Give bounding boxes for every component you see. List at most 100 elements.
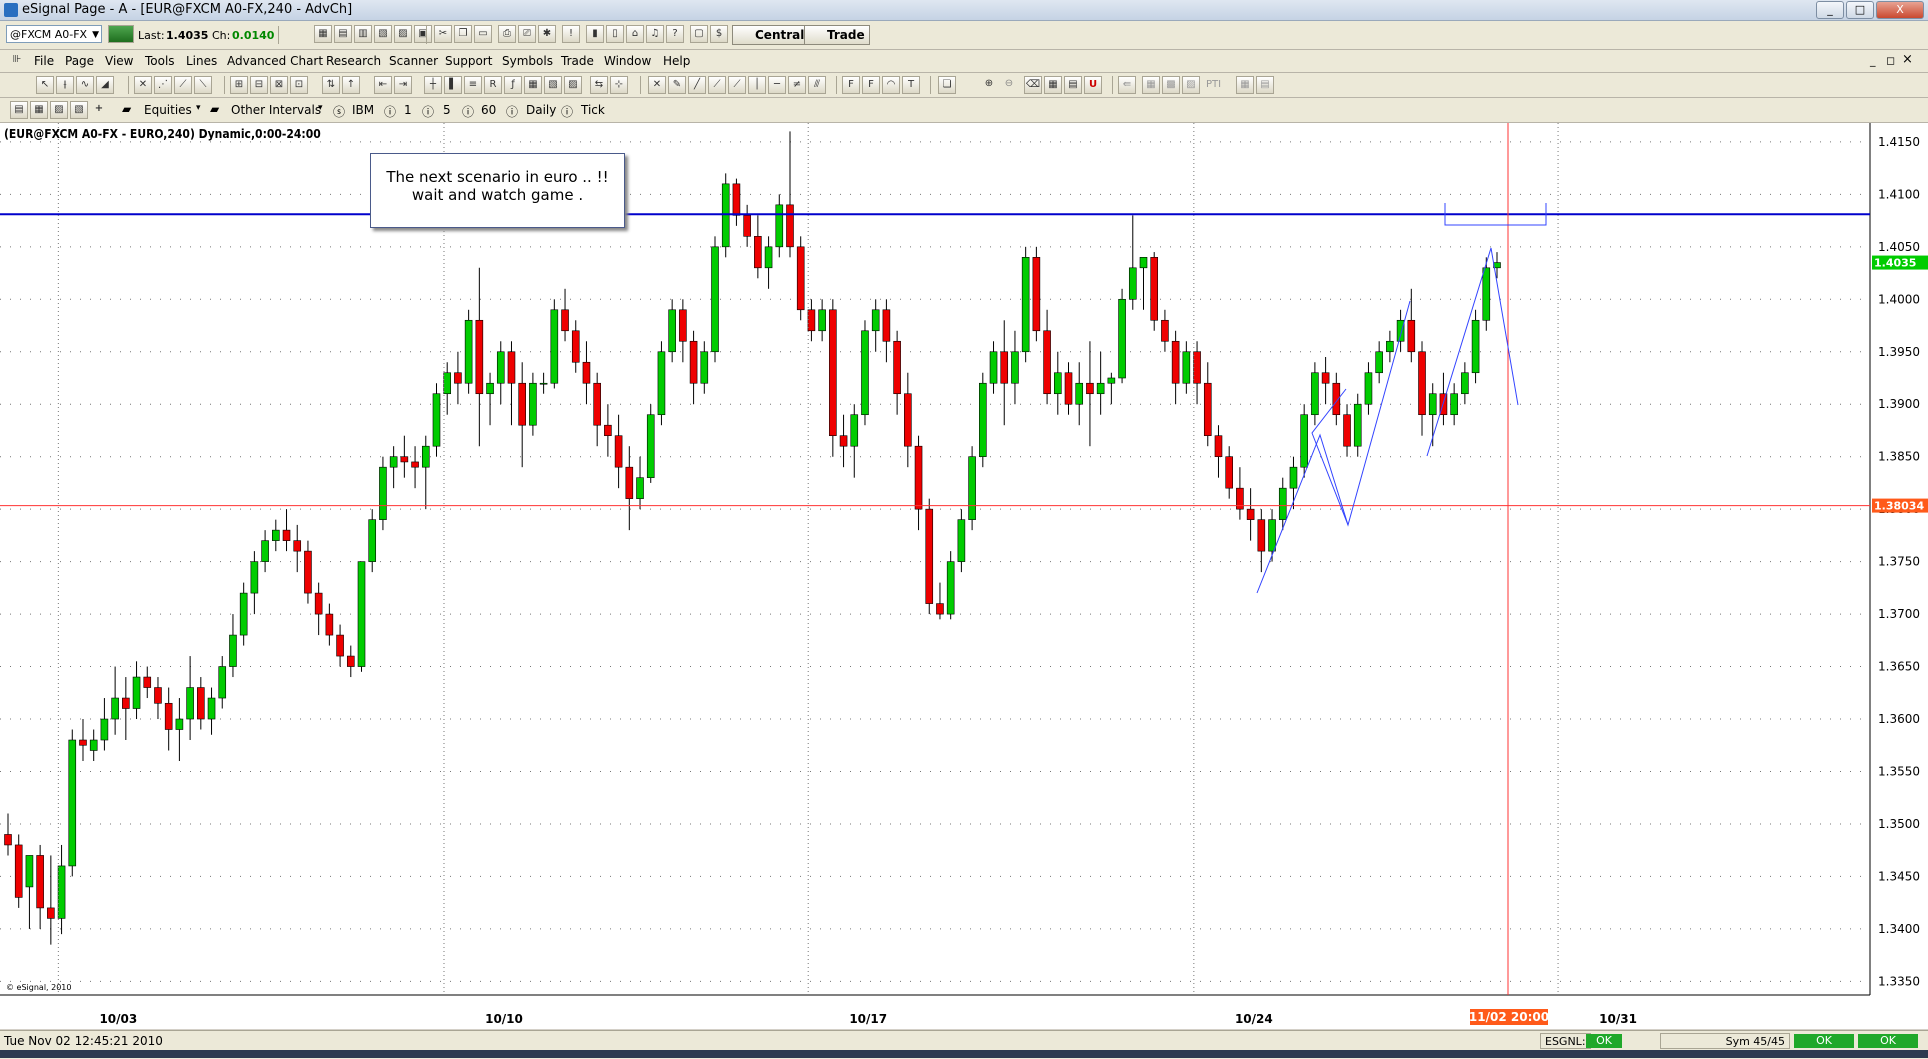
open-icon[interactable]: ▨ <box>394 25 412 43</box>
order-icon[interactable]: ⊹ <box>610 76 628 94</box>
color-icon[interactable]: ▌ <box>444 76 462 94</box>
fib-retracement-icon[interactable]: F <box>842 76 860 94</box>
interval-60[interactable]: 60 <box>481 103 496 117</box>
menu-lines[interactable]: Lines <box>186 54 217 68</box>
equities-dropdown[interactable]: Equities <box>144 103 192 117</box>
lock-icon[interactable]: ⌂ <box>626 25 644 43</box>
chart-area[interactable]: 1.4150 1.4100 1.4050 1.4000 1.3950 1.3900 1.38… <box>0 123 1928 1029</box>
vertical-line-icon[interactable]: ┼ <box>424 76 442 94</box>
menu-advanced-chart[interactable]: Advanced Chart <box>227 54 323 68</box>
copy-icon[interactable]: ❐ <box>454 25 472 43</box>
bell-icon[interactable]: ♫ <box>646 25 664 43</box>
table-icon[interactable]: ▦ <box>524 76 542 94</box>
menu-scanner[interactable]: Scanner <box>389 54 438 68</box>
pencil-icon[interactable]: ✎ <box>668 76 686 94</box>
reset-icon[interactable]: R <box>484 76 502 94</box>
menu-view[interactable]: View <box>105 54 133 68</box>
horizontal-tool-icon[interactable]: ─ <box>768 76 786 94</box>
maximize-button[interactable]: □ <box>1846 1 1874 19</box>
object-list-icon[interactable]: ▤ <box>1064 76 1082 94</box>
dollar-icon[interactable]: $ <box>710 25 728 43</box>
settings-icon[interactable]: ✱ <box>538 25 556 43</box>
extended-line-icon[interactable]: ⟋ <box>728 76 746 94</box>
vertical-tool-icon[interactable]: │ <box>748 76 766 94</box>
interval-daily[interactable]: Daily <box>526 103 556 117</box>
chart-window-icon[interactable]: ▥ <box>354 25 372 43</box>
zoom-in-icon[interactable]: ⊕ <box>980 76 998 94</box>
scroll-left-icon[interactable]: ⇤ <box>374 76 392 94</box>
gann-icon[interactable]: ⫻ <box>808 76 826 94</box>
arrow-up-down-icon[interactable]: ⇅ <box>322 76 340 94</box>
new-page-icon[interactable]: ▦ <box>314 25 332 43</box>
menu-support[interactable]: Support <box>445 54 492 68</box>
ray-tool-icon[interactable]: ⟋ <box>708 76 726 94</box>
channel-icon[interactable]: ≠ <box>788 76 806 94</box>
study-icon[interactable]: ▦ <box>30 101 48 119</box>
help-icon[interactable]: ? <box>666 25 684 43</box>
interval-5[interactable]: 5 <box>443 103 451 117</box>
window-icon[interactable]: ▢ <box>690 25 708 43</box>
other-intervals-dropdown[interactable]: Other Intervals <box>231 103 321 117</box>
price-chart[interactable]: 1.4150 1.4100 1.4050 1.4000 1.3950 1.3900 1.38… <box>0 123 1928 1029</box>
page-icon[interactable]: ▨ <box>50 101 68 119</box>
quote-window-icon[interactable]: ▤ <box>334 25 352 43</box>
paste-icon[interactable]: ▭ <box>474 25 492 43</box>
buy-sell-icon[interactable]: ⇆ <box>590 76 608 94</box>
formula-icon[interactable]: ƒ <box>504 76 522 94</box>
ibm-shortcut[interactable]: IBM <box>352 103 374 117</box>
alert-icon[interactable]: ! <box>562 25 580 43</box>
fib-arc-icon[interactable]: ◠ <box>882 76 900 94</box>
mdi-close-button[interactable]: × <box>1902 52 1913 67</box>
menu-page[interactable]: Page <box>65 54 94 68</box>
menu-help[interactable]: Help <box>663 54 690 68</box>
trend-icon[interactable]: ⟋ <box>174 76 192 94</box>
annotation-note[interactable]: The next scenario in euro .. !! wait and… <box>370 153 625 228</box>
interval-1[interactable]: 1 <box>404 103 412 117</box>
line-tool-icon[interactable]: ╱ <box>688 76 706 94</box>
ticker-icon[interactable]: ▮ <box>586 25 604 43</box>
print-icon[interactable]: ⎙ <box>498 25 516 43</box>
menu-symbols[interactable]: Symbols <box>502 54 553 68</box>
trade-button[interactable]: Trade <box>804 25 870 45</box>
line-chart-icon[interactable]: ∿ <box>76 76 94 94</box>
arrow-up-icon[interactable]: ↑ <box>342 76 360 94</box>
zoom-bars-icon[interactable]: ⊞ <box>230 76 248 94</box>
menu-tools[interactable]: Tools <box>145 54 175 68</box>
template-icon[interactable]: ▨ <box>564 76 582 94</box>
fib-extension-icon[interactable]: F <box>862 76 880 94</box>
cross-icon[interactable]: ✕ <box>648 76 666 94</box>
zoom-out-icon[interactable]: ⊖ <box>1000 76 1018 94</box>
menu-window[interactable]: Window <box>604 54 651 68</box>
chart-type-icon[interactable]: ▯ <box>606 25 624 43</box>
fib-time-icon[interactable]: T <box>902 76 920 94</box>
minimize-button[interactable]: _ <box>1816 1 1844 19</box>
cut-icon[interactable]: ✂ <box>434 25 452 43</box>
interval-tick[interactable]: Tick <box>581 103 605 117</box>
scroll-right-icon[interactable]: ⇥ <box>394 76 412 94</box>
undo-icon[interactable]: U <box>1084 76 1102 94</box>
snap-icon[interactable]: ⋰ <box>154 76 172 94</box>
crosshair-icon[interactable]: ✕ <box>134 76 152 94</box>
properties-icon[interactable]: ≡ <box>464 76 482 94</box>
menu-research[interactable]: Research <box>326 54 381 68</box>
mountain-chart-icon[interactable]: ◢ <box>96 76 114 94</box>
save-icon[interactable]: ▣ <box>414 25 432 43</box>
scale-icon[interactable]: ⊠ <box>270 76 288 94</box>
symbol-combo[interactable]: @FXCM A0-FX ▼ <box>6 25 102 43</box>
layout-icon[interactable]: ▧ <box>544 76 562 94</box>
mdi-minimize-button[interactable]: _ <box>1870 54 1876 67</box>
menu-file[interactable]: File <box>34 54 54 68</box>
central-button[interactable]: Central <box>732 25 810 45</box>
chart-settings-icon[interactable]: ▤ <box>10 101 28 119</box>
cursor-icon[interactable]: ↖ <box>36 76 54 94</box>
scale-reset-icon[interactable]: ⊡ <box>290 76 308 94</box>
ray-icon[interactable]: ⟍ <box>194 76 212 94</box>
add-icon[interactable]: + <box>90 101 108 119</box>
close-button[interactable]: X <box>1876 1 1924 19</box>
link-icon[interactable] <box>108 25 134 43</box>
eraser-icon[interactable]: ⌫ <box>1024 76 1042 94</box>
mdi-restore-button[interactable]: ◻ <box>1886 54 1895 67</box>
export-icon[interactable]: ▧ <box>70 101 88 119</box>
zoom-out-bars-icon[interactable]: ⊟ <box>250 76 268 94</box>
shapes-icon[interactable]: ❏ <box>938 76 956 94</box>
